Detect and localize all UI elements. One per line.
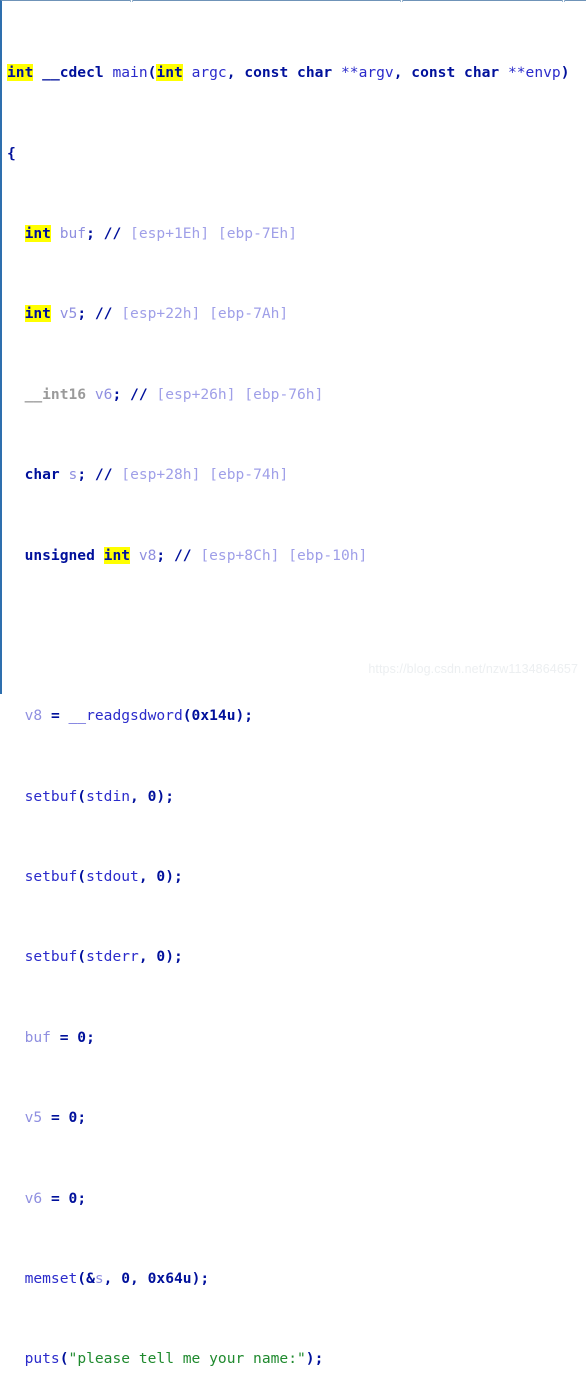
comment-slashes-v8: // — [173, 546, 192, 564]
arg-stderr: stderr — [86, 948, 139, 966]
keyword-char-2: char — [464, 64, 500, 82]
comment-slashes-v5: // — [94, 305, 113, 323]
code-line-decl-s[interactable]: char s; // [esp+28h] [ebp-74h] — [7, 465, 570, 485]
function-name-main[interactable]: main — [112, 64, 147, 81]
comment-esp-v8: [esp+8Ch] — [200, 546, 280, 564]
comment-esp-v5: [esp+22h] — [121, 305, 201, 323]
param-argv: **argv — [341, 64, 394, 82]
code-line-readgsdword[interactable]: v8 = __readgsdword(0x14u); — [7, 706, 570, 726]
local-var-v6-assign[interactable]: v6 — [25, 1190, 43, 1207]
comment-slashes-s: // — [94, 466, 113, 484]
value-zero-v6: 0 — [68, 1189, 78, 1207]
function-setbuf-3[interactable]: setbuf — [25, 948, 78, 965]
code-line-v5-assign[interactable]: v5 = 0; — [7, 1108, 570, 1128]
code-line-setbuf-stdin[interactable]: setbuf(stdin, 0); — [7, 787, 570, 807]
arg-zero-memset: 0 — [121, 1269, 131, 1287]
keyword-int-buf: int — [24, 225, 51, 243]
param-envp: **envp — [507, 64, 561, 82]
local-var-buf[interactable]: buf — [60, 225, 86, 242]
code-line-decl-v6[interactable]: __int16 v6; // [esp+26h] [ebp-76h] — [7, 385, 570, 405]
local-var-v5-assign[interactable]: v5 — [25, 1109, 43, 1126]
function-readgsdword[interactable]: __readgsdword — [69, 707, 183, 724]
comment-esp-s: [esp+28h] — [121, 466, 201, 484]
pseudocode-window[interactable]: int __cdecl main(int argc, const char **… — [0, 0, 586, 1367]
comment-esp-v6: [esp+26h] — [156, 385, 236, 403]
keyword-char-s: char — [24, 466, 60, 484]
code-line-signature[interactable]: int __cdecl main(int argc, const char **… — [7, 63, 570, 83]
keyword-int-v8: int — [103, 546, 131, 564]
function-puts-1[interactable]: puts — [25, 1350, 60, 1367]
arg-gs-offset: 0x14u — [191, 707, 236, 725]
comment-ebp-s: [ebp-74h] — [209, 466, 289, 484]
code-line-decl-buf[interactable]: int buf; // [esp+1Eh] [ebp-7Eh] — [7, 224, 570, 244]
function-setbuf-2[interactable]: setbuf — [25, 868, 78, 885]
keyword-int-return: int — [7, 64, 34, 82]
keyword-unsigned: unsigned — [24, 546, 95, 564]
pseudocode-text[interactable]: int __cdecl main(int argc, const char **… — [2, 1, 570, 1388]
value-zero-buf: 0 — [77, 1028, 87, 1046]
arg-stdin: stdin — [86, 787, 131, 805]
brace-open-main: { — [7, 144, 16, 162]
comment-slashes-v6: // — [130, 385, 148, 403]
local-var-s-memset[interactable]: s — [95, 1270, 104, 1287]
local-var-v8[interactable]: v8 — [139, 547, 157, 564]
code-line-buf-assign[interactable]: buf = 0; — [7, 1028, 570, 1048]
code-line-setbuf-stdout[interactable]: setbuf(stdout, 0); — [7, 867, 570, 887]
code-line-decl-v8[interactable]: unsigned int v8; // [esp+8Ch] [ebp-10h] — [7, 546, 570, 566]
comment-ebp-buf: [ebp-7Eh] — [217, 225, 297, 243]
param-argc: argc — [191, 64, 227, 82]
comment-ebp-v8: [ebp-10h] — [288, 546, 368, 564]
keyword-int-argc: int — [156, 64, 183, 82]
keyword-int16-v6: __int16 — [24, 385, 87, 403]
code-line-open-brace: { — [7, 144, 570, 164]
local-var-v6[interactable]: v6 — [95, 386, 113, 403]
calling-convention: __cdecl — [42, 64, 104, 82]
keyword-const-2: const — [411, 64, 456, 82]
arg-zero-2: 0 — [156, 868, 166, 886]
comment-slashes-buf: // — [103, 225, 122, 243]
arg-zero-1: 0 — [147, 787, 157, 805]
function-setbuf-1[interactable]: setbuf — [25, 788, 78, 805]
keyword-int-v5: int — [24, 305, 51, 323]
code-line-v6-assign[interactable]: v6 = 0; — [7, 1189, 570, 1209]
code-line-setbuf-stderr[interactable]: setbuf(stderr, 0); — [7, 947, 570, 967]
local-var-s[interactable]: s — [69, 466, 78, 483]
function-memset[interactable]: memset — [25, 1270, 78, 1287]
keyword-const-1: const — [244, 64, 289, 82]
code-line-memset[interactable]: memset(&s, 0, 0x64u); — [7, 1269, 570, 1289]
comment-esp-buf: [esp+1Eh] — [130, 225, 210, 243]
code-line-decl-v5[interactable]: int v5; // [esp+22h] [ebp-7Ah] — [7, 304, 570, 324]
keyword-char-1: char — [297, 64, 333, 82]
string-literal-name-prompt: please tell me your name: — [77, 1350, 297, 1368]
arg-memset-len: 0x64u — [147, 1269, 192, 1287]
local-var-buf-assign[interactable]: buf — [25, 1029, 51, 1046]
code-line-puts-name[interactable]: puts("please tell me your name:"); — [7, 1349, 570, 1369]
comment-ebp-v6: [ebp-76h] — [244, 385, 324, 403]
arg-stdout: stdout — [86, 868, 139, 886]
arg-zero-3: 0 — [156, 948, 166, 966]
value-zero-v5: 0 — [68, 1109, 78, 1127]
comment-ebp-v5: [ebp-7Ah] — [209, 305, 289, 323]
watermark-url: https://blog.csdn.net/nzw1134864657 — [368, 662, 578, 676]
local-var-v5[interactable]: v5 — [60, 305, 78, 322]
local-var-v8-assign[interactable]: v8 — [25, 707, 43, 724]
